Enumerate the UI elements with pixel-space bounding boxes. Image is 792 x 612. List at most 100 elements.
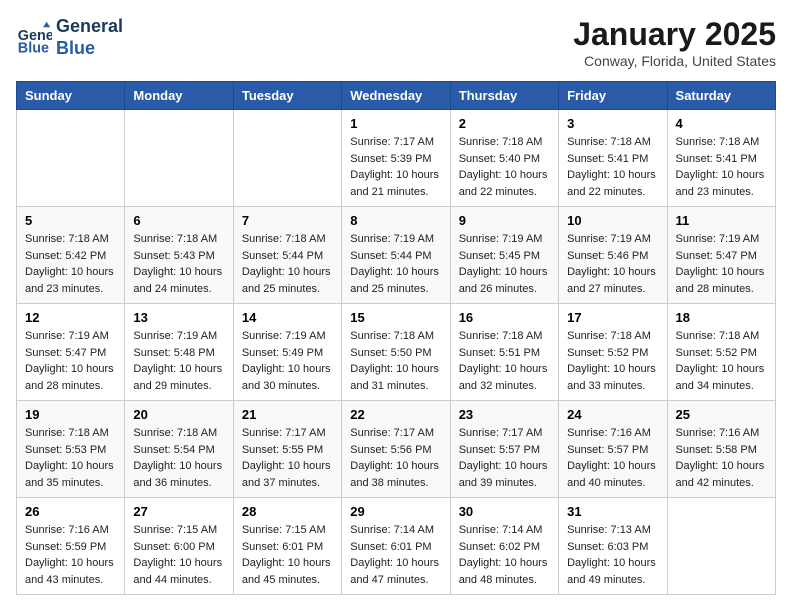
- week-row-4: 19 Sunrise: 7:18 AMSunset: 5:53 PMDayligh…: [17, 401, 776, 498]
- day-info: Sunrise: 7:16 AMSunset: 5:57 PMDaylight:…: [567, 425, 658, 491]
- day-info: Sunrise: 7:18 AMSunset: 5:43 PMDaylight:…: [133, 231, 224, 297]
- day-cell: 25 Sunrise: 7:16 AMSunset: 5:58 PMDayligh…: [667, 401, 775, 498]
- day-info: Sunrise: 7:15 AMSunset: 6:01 PMDaylight:…: [242, 522, 333, 588]
- day-number: 9: [459, 213, 550, 228]
- day-cell: 7 Sunrise: 7:18 AMSunset: 5:44 PMDaylight…: [233, 207, 341, 304]
- day-cell: 28Sunrise: 7:15 AMSunset: 6:01 PMDayligh…: [233, 498, 341, 595]
- day-number: 11: [676, 213, 767, 228]
- day-number: 22: [350, 407, 441, 422]
- day-info: Sunrise: 7:19 AMSunset: 5:47 PMDaylight:…: [676, 231, 767, 297]
- day-info: Sunrise: 7:19 AMSunset: 5:49 PMDaylight:…: [242, 328, 333, 394]
- day-info: Sunrise: 7:18 AMSunset: 5:44 PMDaylight:…: [242, 231, 333, 297]
- day-number: 25: [676, 407, 767, 422]
- day-number: 27: [133, 504, 224, 519]
- day-cell: 17 Sunrise: 7:18 AMSunset: 5:52 PMDayligh…: [559, 304, 667, 401]
- day-number: 29: [350, 504, 441, 519]
- day-info: Sunrise: 7:19 AMSunset: 5:46 PMDaylight:…: [567, 231, 658, 297]
- week-row-2: 5Sunrise: 7:18 AMSunset: 5:42 PMDaylight…: [17, 207, 776, 304]
- day-info: Sunrise: 7:17 AMSunset: 5:57 PMDaylight:…: [459, 425, 550, 491]
- day-info: Sunrise: 7:18 AMSunset: 5:50 PMDaylight:…: [350, 328, 441, 394]
- day-info: Sunrise: 7:19 AMSunset: 5:45 PMDaylight:…: [459, 231, 550, 297]
- day-cell: 31Sunrise: 7:13 AMSunset: 6:03 PMDayligh…: [559, 498, 667, 595]
- day-header-tuesday: Tuesday: [233, 82, 341, 110]
- day-cell: 1 Sunrise: 7:17 AMSunset: 5:39 PMDaylight…: [342, 110, 450, 207]
- day-info: Sunrise: 7:17 AMSunset: 5:39 PMDaylight:…: [350, 134, 441, 200]
- day-header-saturday: Saturday: [667, 82, 775, 110]
- day-info: Sunrise: 7:18 AMSunset: 5:52 PMDaylight:…: [567, 328, 658, 394]
- day-cell: 23 Sunrise: 7:17 AMSunset: 5:57 PMDayligh…: [450, 401, 558, 498]
- week-row-5: 26Sunrise: 7:16 AMSunset: 5:59 PMDayligh…: [17, 498, 776, 595]
- day-number: 23: [459, 407, 550, 422]
- day-cell: 9 Sunrise: 7:19 AMSunset: 5:45 PMDaylight…: [450, 207, 558, 304]
- day-headers-row: SundayMondayTuesdayWednesdayThursdayFrid…: [17, 82, 776, 110]
- day-cell: 4Sunrise: 7:18 AMSunset: 5:41 PMDaylight…: [667, 110, 775, 207]
- day-number: 19: [25, 407, 116, 422]
- day-cell: 20Sunrise: 7:18 AMSunset: 5:54 PMDayligh…: [125, 401, 233, 498]
- day-cell: 21 Sunrise: 7:17 AMSunset: 5:55 PMDayligh…: [233, 401, 341, 498]
- day-info: Sunrise: 7:18 AMSunset: 5:41 PMDaylight:…: [676, 134, 767, 200]
- day-info: Sunrise: 7:17 AMSunset: 5:55 PMDaylight:…: [242, 425, 333, 491]
- week-row-1: 1 Sunrise: 7:17 AMSunset: 5:39 PMDaylight…: [17, 110, 776, 207]
- day-number: 6: [133, 213, 224, 228]
- day-info: Sunrise: 7:15 AMSunset: 6:00 PMDaylight:…: [133, 522, 224, 588]
- day-number: 3: [567, 116, 658, 131]
- day-header-monday: Monday: [125, 82, 233, 110]
- day-number: 20: [133, 407, 224, 422]
- day-number: 1: [350, 116, 441, 131]
- day-info: Sunrise: 7:18 AMSunset: 5:40 PMDaylight:…: [459, 134, 550, 200]
- logo-icon: General Blue: [16, 20, 52, 56]
- day-number: 12: [25, 310, 116, 325]
- day-cell: 14 Sunrise: 7:19 AMSunset: 5:49 PMDayligh…: [233, 304, 341, 401]
- day-cell: [233, 110, 341, 207]
- day-cell: 10 Sunrise: 7:19 AMSunset: 5:46 PMDayligh…: [559, 207, 667, 304]
- day-cell: [125, 110, 233, 207]
- day-number: 30: [459, 504, 550, 519]
- page-header: General Blue General Blue January 2025 C…: [16, 16, 776, 69]
- day-info: Sunrise: 7:19 AMSunset: 5:48 PMDaylight:…: [133, 328, 224, 394]
- logo: General Blue General Blue: [16, 16, 123, 59]
- day-info: Sunrise: 7:14 AMSunset: 6:01 PMDaylight:…: [350, 522, 441, 588]
- location: Conway, Florida, United States: [573, 53, 776, 69]
- logo-line2: Blue: [56, 38, 123, 60]
- day-cell: 13 Sunrise: 7:19 AMSunset: 5:48 PMDayligh…: [125, 304, 233, 401]
- day-info: Sunrise: 7:18 AMSunset: 5:41 PMDaylight:…: [567, 134, 658, 200]
- day-cell: 16 Sunrise: 7:18 AMSunset: 5:51 PMDayligh…: [450, 304, 558, 401]
- week-row-3: 12Sunrise: 7:19 AMSunset: 5:47 PMDayligh…: [17, 304, 776, 401]
- day-info: Sunrise: 7:16 AMSunset: 5:58 PMDaylight:…: [676, 425, 767, 491]
- day-number: 16: [459, 310, 550, 325]
- day-number: 18: [676, 310, 767, 325]
- day-header-friday: Friday: [559, 82, 667, 110]
- day-cell: 15 Sunrise: 7:18 AMSunset: 5:50 PMDayligh…: [342, 304, 450, 401]
- calendar-table: SundayMondayTuesdayWednesdayThursdayFrid…: [16, 81, 776, 595]
- day-cell: 27 Sunrise: 7:15 AMSunset: 6:00 PMDayligh…: [125, 498, 233, 595]
- day-number: 5: [25, 213, 116, 228]
- day-number: 10: [567, 213, 658, 228]
- day-cell: [667, 498, 775, 595]
- day-cell: 2 Sunrise: 7:18 AMSunset: 5:40 PMDaylight…: [450, 110, 558, 207]
- day-number: 2: [459, 116, 550, 131]
- day-cell: 5Sunrise: 7:18 AMSunset: 5:42 PMDaylight…: [17, 207, 125, 304]
- day-info: Sunrise: 7:18 AMSunset: 5:53 PMDaylight:…: [25, 425, 116, 491]
- day-cell: 19 Sunrise: 7:18 AMSunset: 5:53 PMDayligh…: [17, 401, 125, 498]
- day-header-wednesday: Wednesday: [342, 82, 450, 110]
- day-number: 14: [242, 310, 333, 325]
- day-cell: 3 Sunrise: 7:18 AMSunset: 5:41 PMDaylight…: [559, 110, 667, 207]
- day-info: Sunrise: 7:13 AMSunset: 6:03 PMDaylight:…: [567, 522, 658, 588]
- day-cell: 29 Sunrise: 7:14 AMSunset: 6:01 PMDayligh…: [342, 498, 450, 595]
- day-cell: 22Sunrise: 7:17 AMSunset: 5:56 PMDayligh…: [342, 401, 450, 498]
- day-number: 15: [350, 310, 441, 325]
- day-number: 13: [133, 310, 224, 325]
- month-title: January 2025: [573, 16, 776, 53]
- day-info: Sunrise: 7:18 AMSunset: 5:51 PMDaylight:…: [459, 328, 550, 394]
- day-cell: 8Sunrise: 7:19 AMSunset: 5:44 PMDaylight…: [342, 207, 450, 304]
- logo-line1: General: [56, 16, 123, 38]
- day-number: 21: [242, 407, 333, 422]
- day-info: Sunrise: 7:16 AMSunset: 5:59 PMDaylight:…: [25, 522, 116, 588]
- day-number: 7: [242, 213, 333, 228]
- day-number: 17: [567, 310, 658, 325]
- day-number: 8: [350, 213, 441, 228]
- day-cell: 30 Sunrise: 7:14 AMSunset: 6:02 PMDayligh…: [450, 498, 558, 595]
- day-cell: 24Sunrise: 7:16 AMSunset: 5:57 PMDayligh…: [559, 401, 667, 498]
- day-info: Sunrise: 7:14 AMSunset: 6:02 PMDaylight:…: [459, 522, 550, 588]
- day-cell: 6 Sunrise: 7:18 AMSunset: 5:43 PMDaylight…: [125, 207, 233, 304]
